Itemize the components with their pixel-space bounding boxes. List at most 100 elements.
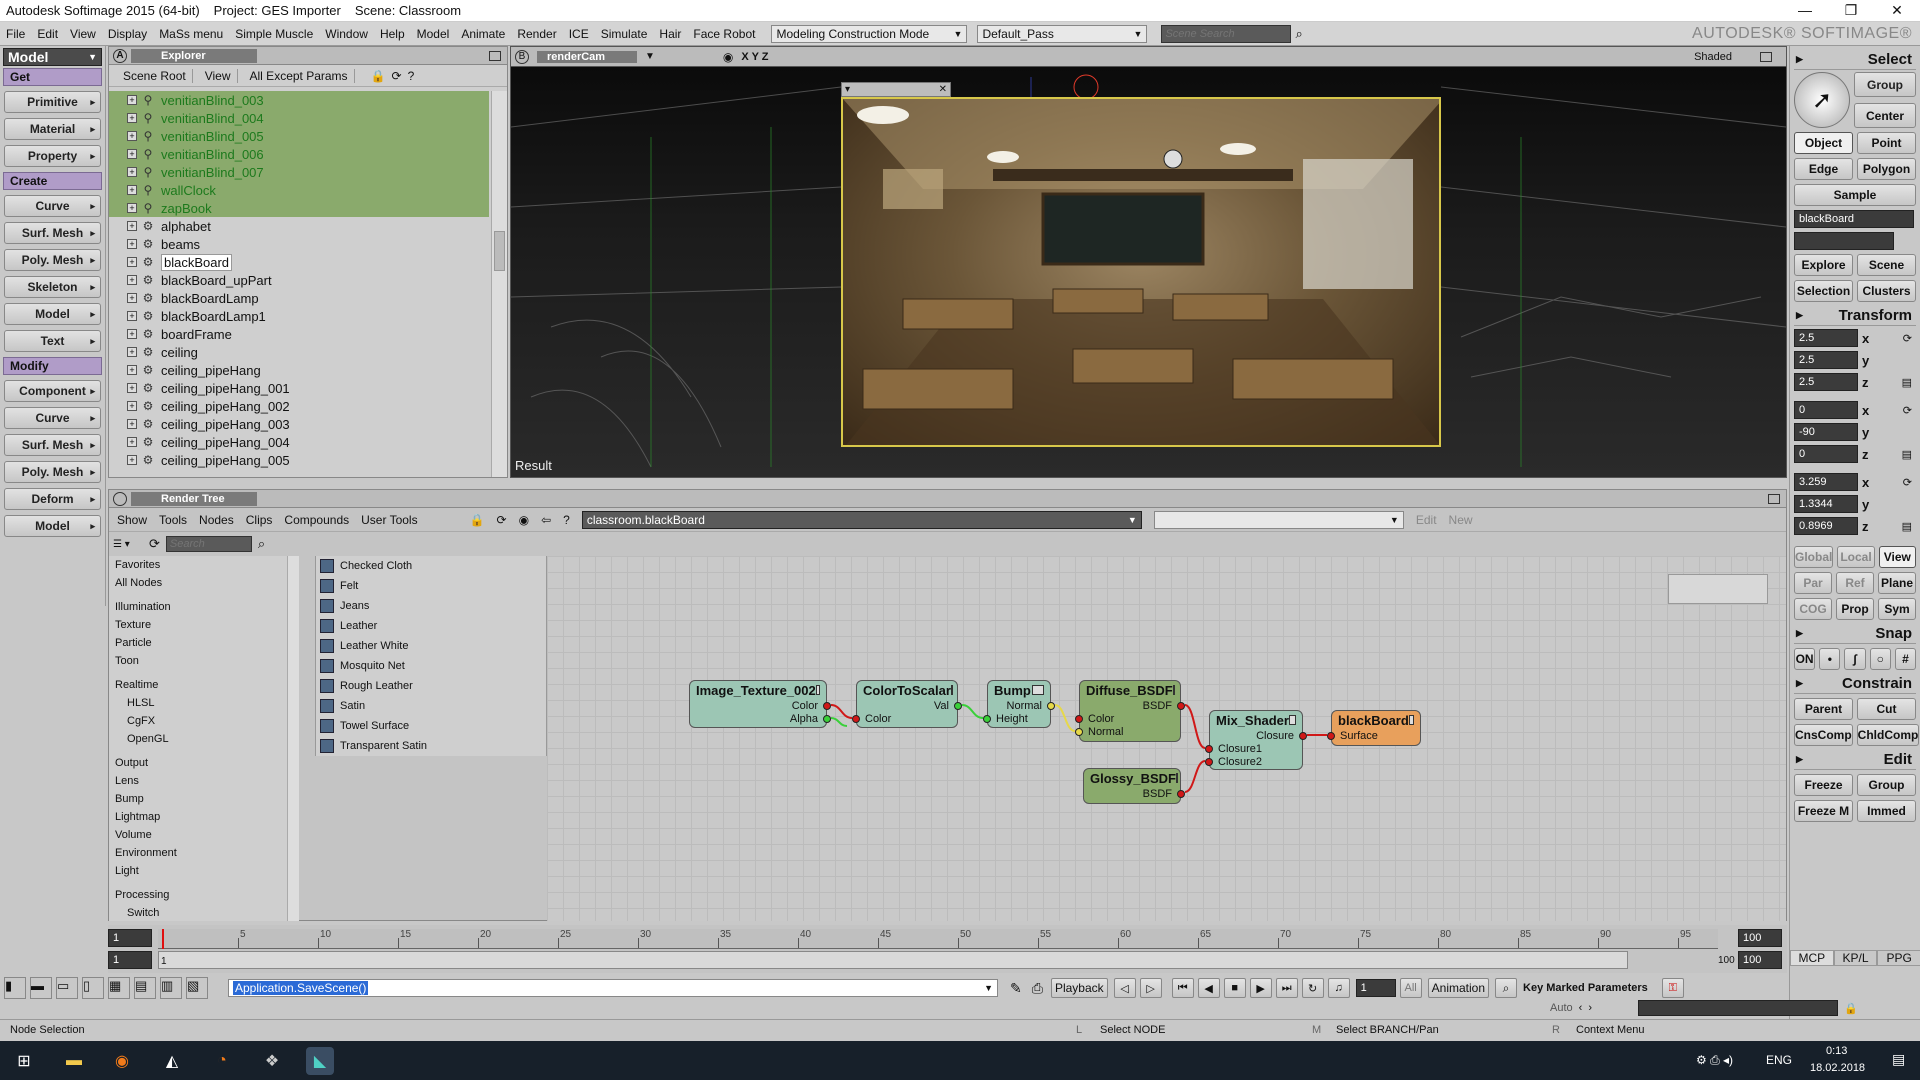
- tree-item[interactable]: + ⚙ ceiling_pipeHang_004: [109, 433, 489, 451]
- snap-circle-icon[interactable]: ○: [1869, 648, 1891, 670]
- help-icon[interactable]: ?: [408, 69, 415, 83]
- menu-item[interactable]: Edit: [31, 27, 64, 41]
- loop-icon[interactable]: ↻: [1301, 978, 1324, 998]
- node-mix-shader[interactable]: Mix_Shader Closure Closure1 Closure2: [1205, 710, 1307, 770]
- tree-item[interactable]: + ⚙ blackBoardLamp1: [109, 307, 489, 325]
- node-category[interactable]: Environment: [109, 844, 298, 862]
- output-port[interactable]: [823, 714, 831, 723]
- tree-item[interactable]: + ⚙ alphabet: [109, 217, 489, 235]
- output-port[interactable]: [1177, 701, 1185, 710]
- timeline-ruler[interactable]: 5 10 15 20 25 30 35 40 45 50 55 60 65 70 75 80 85 90 95: [158, 929, 1718, 949]
- tree-item[interactable]: + ⚙ ceiling_pipeHang: [109, 361, 489, 379]
- select-arrow-button[interactable]: ➚: [1794, 72, 1850, 128]
- shader-preset[interactable]: Jeans: [316, 596, 546, 616]
- node-category[interactable]: Toon: [109, 652, 298, 670]
- constrain-section-header[interactable]: ▶ Constrain: [1794, 674, 1916, 694]
- node-category[interactable]: Processing: [109, 886, 298, 904]
- shader-preset[interactable]: Leather: [316, 616, 546, 636]
- node-menu-icon[interactable]: [1175, 773, 1178, 783]
- expand-icon[interactable]: +: [127, 131, 137, 141]
- scene-root-button[interactable]: Scene Root: [117, 68, 193, 83]
- tool-button[interactable]: Poly. Mesh ▸: [4, 249, 101, 271]
- tool-button[interactable]: Text ▸: [4, 330, 101, 352]
- expand-icon[interactable]: +: [127, 437, 137, 447]
- snap-section-header[interactable]: ▶ Snap: [1794, 624, 1916, 644]
- expand-icon[interactable]: +: [127, 203, 137, 213]
- tool-button[interactable]: Model ▸: [4, 515, 101, 537]
- expand-icon[interactable]: +: [127, 365, 137, 375]
- chevron-down-icon[interactable]: ▼: [645, 51, 655, 62]
- tree-item[interactable]: + ⚙ blackBoardLamp: [109, 289, 489, 307]
- expand-icon[interactable]: +: [127, 113, 137, 123]
- node-category[interactable]: Bump: [109, 790, 298, 808]
- translate-tool-icon[interactable]: ⟳: [1903, 476, 1912, 489]
- immed-button[interactable]: Immed: [1857, 800, 1916, 822]
- connection-wire[interactable]: [1184, 760, 1206, 793]
- center-button[interactable]: Center: [1854, 103, 1916, 128]
- node-category[interactable]: Lens: [109, 772, 298, 790]
- expand-icon[interactable]: +: [127, 167, 137, 177]
- expand-icon[interactable]: +: [127, 293, 137, 303]
- maximize-panel-icon[interactable]: [1760, 51, 1772, 62]
- output-port[interactable]: [1177, 789, 1185, 798]
- expand-icon[interactable]: +: [127, 149, 137, 159]
- node-bump[interactable]: Bump Normal Height: [983, 680, 1055, 728]
- expand-icon[interactable]: +: [127, 455, 137, 465]
- input-port[interactable]: [1075, 727, 1083, 736]
- node-glossy-bsdf[interactable]: Glossy_BSDF BSDF: [1083, 768, 1185, 804]
- node-menu-icon[interactable]: [1172, 685, 1175, 695]
- render-tree-menu-item[interactable]: Tools: [159, 513, 187, 527]
- expand-icon[interactable]: +: [127, 311, 137, 321]
- expand-icon[interactable]: +: [127, 401, 137, 411]
- menu-item[interactable]: Simulate: [595, 27, 654, 41]
- layout-icon[interactable]: ▯: [82, 977, 104, 999]
- expand-icon[interactable]: +: [127, 419, 137, 429]
- scale-field[interactable]: 2.5: [1794, 329, 1858, 347]
- clock-time[interactable]: 0:13: [1826, 1045, 1847, 1057]
- tool-button[interactable]: Deform ▸: [4, 488, 101, 510]
- render-tree-menu-item[interactable]: User Tools: [361, 513, 417, 527]
- node-category[interactable]: Favorites: [109, 556, 298, 574]
- shader-preset[interactable]: Rough Leather: [316, 676, 546, 696]
- softimage-taskbar-icon[interactable]: ◣: [306, 1047, 334, 1075]
- audio-icon[interactable]: ♫: [1327, 978, 1350, 998]
- notifications-icon[interactable]: ▤: [1892, 1051, 1905, 1068]
- language-indicator[interactable]: ENG: [1766, 1053, 1792, 1067]
- next-key-icon[interactable]: ▷: [1139, 978, 1162, 998]
- translate-field[interactable]: 3.259: [1794, 473, 1858, 491]
- playhead[interactable]: [162, 929, 164, 949]
- render-tree-menu-item[interactable]: Show: [117, 513, 147, 527]
- camera-dropdown[interactable]: renderCam: [537, 50, 637, 63]
- tree-item[interactable]: + ⚙ ceiling_pipeHang_005: [109, 451, 489, 469]
- end-frame-field[interactable]: 100: [1738, 929, 1782, 947]
- key-slider[interactable]: [1637, 1000, 1838, 1016]
- eye-icon[interactable]: ◉: [723, 50, 733, 64]
- rotate-field[interactable]: 0: [1794, 401, 1858, 419]
- snap-curve-icon[interactable]: ∫: [1844, 648, 1866, 670]
- snapshot-icon[interactable]: ⎙: [1032, 980, 1043, 997]
- node-image-texture[interactable]: Image_Texture_002 Color Alpha: [689, 680, 831, 728]
- auto-key-button[interactable]: Auto: [1550, 1002, 1573, 1014]
- node-category[interactable]: Realtime: [109, 676, 298, 694]
- tree-item[interactable]: + ⚲ venitianBlind_007: [109, 163, 489, 181]
- node-menu-icon[interactable]: [1288, 715, 1296, 725]
- render-tree-menu-item[interactable]: Compounds: [284, 513, 349, 527]
- close-icon[interactable]: ✕: [939, 84, 947, 95]
- snap-on-button[interactable]: ON: [1794, 648, 1816, 670]
- tree-item[interactable]: + ⚲ venitianBlind_004: [109, 109, 489, 127]
- cnscomp-button[interactable]: CnsComp: [1794, 724, 1853, 746]
- render-region[interactable]: [841, 97, 1441, 447]
- ref-button[interactable]: Ref: [1836, 572, 1874, 594]
- tree-item[interactable]: + ⚙ blackBoard: [109, 253, 489, 271]
- render-tree-menu-item[interactable]: Nodes: [199, 513, 234, 527]
- node-diffuse-bsdf[interactable]: Diffuse_BSDF BSDF Color Normal: [1075, 680, 1185, 742]
- search-icon[interactable]: ⌕: [1495, 978, 1518, 998]
- menu-item[interactable]: Animate: [455, 27, 511, 41]
- tool-button[interactable]: Curve ▸: [4, 195, 101, 217]
- filter-button[interactable]: All Except Params: [244, 68, 355, 83]
- menu-item[interactable]: Simple Muscle: [229, 27, 319, 41]
- maximize-panel-icon[interactable]: [1768, 493, 1780, 504]
- shader-preset[interactable]: Satin: [316, 696, 546, 716]
- node-category[interactable]: Texture: [109, 616, 298, 634]
- transform-section-header[interactable]: ▶ Transform: [1794, 306, 1916, 326]
